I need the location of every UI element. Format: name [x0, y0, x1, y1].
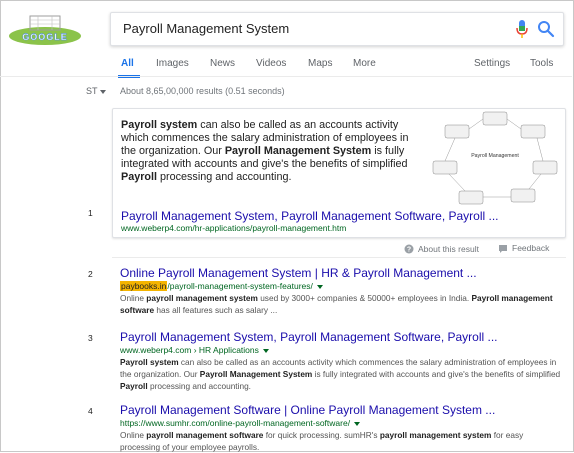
snippet-result-url: www.weberp4.com/hr-applications/payroll-… — [121, 223, 347, 233]
about-this-result-link[interactable]: ? About this result — [404, 243, 479, 254]
diagram-arrow — [528, 173, 542, 190]
diagram-arrow — [444, 137, 456, 162]
diagram-node — [482, 111, 508, 126]
tab-tools[interactable]: Tools — [530, 58, 553, 69]
result-title-link[interactable]: Payroll Management System, Payroll Manag… — [120, 330, 564, 344]
text-fragment: is fully integrated with accounts and gi… — [312, 369, 561, 379]
result-number: 3 — [88, 333, 93, 343]
diagram-node — [520, 124, 546, 139]
tab-videos[interactable]: Videos — [256, 58, 286, 69]
url-path: www.weberp4.com › HR Applications — [120, 345, 259, 355]
search-input[interactable]: Payroll Management System — [123, 21, 289, 36]
url-dropdown-caret-icon[interactable] — [316, 284, 323, 289]
url-path: https://www.sumhr.com/online-payroll-man… — [120, 418, 351, 428]
bold-keyword: Payroll Management System — [199, 369, 313, 379]
text-fragment: has all features such as salary ... — [154, 305, 278, 315]
result-snippet: Payroll system can also be called as an … — [120, 356, 564, 392]
tab-settings[interactable]: Settings — [474, 58, 510, 69]
search-result: Payroll Management System, Payroll Manag… — [120, 330, 564, 392]
diagram-node — [432, 160, 458, 175]
search-result: Payroll Management Software | Online Pay… — [120, 403, 564, 453]
text-fragment: for quick processing. sumHR's — [263, 430, 380, 440]
tab-more[interactable]: More — [353, 58, 376, 69]
diagram-arrow — [468, 118, 484, 130]
diagram-node — [510, 188, 536, 203]
bold-keyword: Payroll — [120, 381, 148, 391]
diagram-center-label: Payroll Management — [471, 153, 519, 159]
feedback-icon — [499, 244, 507, 253]
text-fragment: processing and accounting. — [157, 171, 292, 183]
feedback-label: Feedback — [512, 243, 550, 253]
bold-keyword: Payroll Management System — [224, 145, 372, 157]
url-dropdown-caret-icon[interactable] — [354, 421, 361, 426]
snippet-text: Payroll system can also be called as an … — [121, 119, 421, 184]
diagram-node — [532, 160, 558, 175]
result-snippet: Online payroll management system used by… — [120, 292, 564, 316]
logo-text: GOOGLE — [22, 32, 68, 42]
bold-keyword: payroll management software — [146, 430, 264, 440]
snippet-result-title-link[interactable]: Payroll Management System, Payroll Manag… — [121, 209, 499, 223]
about-this-result-label: About this result — [418, 243, 479, 254]
result-title-link[interactable]: Online Payroll Management System | HR & … — [120, 266, 564, 280]
bold-keyword: Payroll — [121, 171, 158, 183]
result-number: 1 — [88, 208, 93, 218]
url-dropdown-caret-icon[interactable] — [262, 348, 269, 353]
payroll-cycle-diagram[interactable]: Payroll Management — [429, 111, 561, 207]
result-snippet: Online payroll management software for q… — [120, 429, 564, 453]
diagram-arrow — [506, 118, 522, 130]
bold-keyword: Payroll system — [121, 119, 198, 131]
diagram-node — [458, 190, 484, 205]
tab-maps[interactable]: Maps — [308, 58, 332, 69]
bold-keyword: payroll management system — [379, 430, 492, 440]
search-icon[interactable] — [537, 20, 555, 38]
st-label: ST — [86, 86, 106, 96]
result-url: paybooks.in/payroll-management-system-fe… — [120, 281, 564, 291]
result-title-link[interactable]: Payroll Management Software | Online Pay… — [120, 403, 564, 417]
text-fragment: processing and accounting. — [147, 381, 251, 391]
microphone-icon[interactable] — [515, 19, 529, 39]
result-url: www.weberp4.com › HR Applications — [120, 345, 564, 355]
svg-text:?: ? — [407, 246, 411, 253]
result-number: 2 — [88, 269, 93, 279]
question-icon: ? — [404, 244, 414, 253]
tab-news[interactable]: News — [210, 58, 235, 69]
feedback-link[interactable]: Feedback — [498, 243, 549, 254]
url-path: /payroll-management-system-features/ — [167, 281, 313, 291]
diagram-arrow — [536, 137, 544, 162]
google-doodle-logo[interactable]: GOOGLE — [8, 12, 82, 46]
text-fragment: Online — [120, 430, 147, 440]
diagram-arrow — [448, 173, 466, 192]
header-divider — [0, 76, 572, 77]
result-stats: About 8,65,00,000 results (0.51 seconds) — [120, 86, 285, 96]
tab-images[interactable]: Images — [156, 58, 189, 69]
search-result: Online Payroll Management System | HR & … — [120, 266, 564, 316]
snippet-divider — [112, 257, 566, 258]
url-highlight: paybooks.in — [120, 281, 168, 291]
search-box[interactable]: Payroll Management System — [110, 12, 564, 46]
tab-all[interactable]: All — [121, 58, 134, 69]
text-fragment: used by 3000+ companies & 50000+ employe… — [257, 293, 472, 303]
result-url: https://www.sumhr.com/online-payroll-man… — [120, 418, 564, 428]
bold-keyword: payroll management system — [146, 293, 258, 303]
result-number: 4 — [88, 406, 93, 416]
text-fragment: Online — [120, 293, 147, 303]
st-caret-icon — [99, 89, 106, 94]
diagram-node — [444, 124, 470, 139]
featured-snippet: Payroll system can also be called as an … — [112, 108, 566, 238]
bold-keyword: Payroll system — [120, 357, 179, 367]
